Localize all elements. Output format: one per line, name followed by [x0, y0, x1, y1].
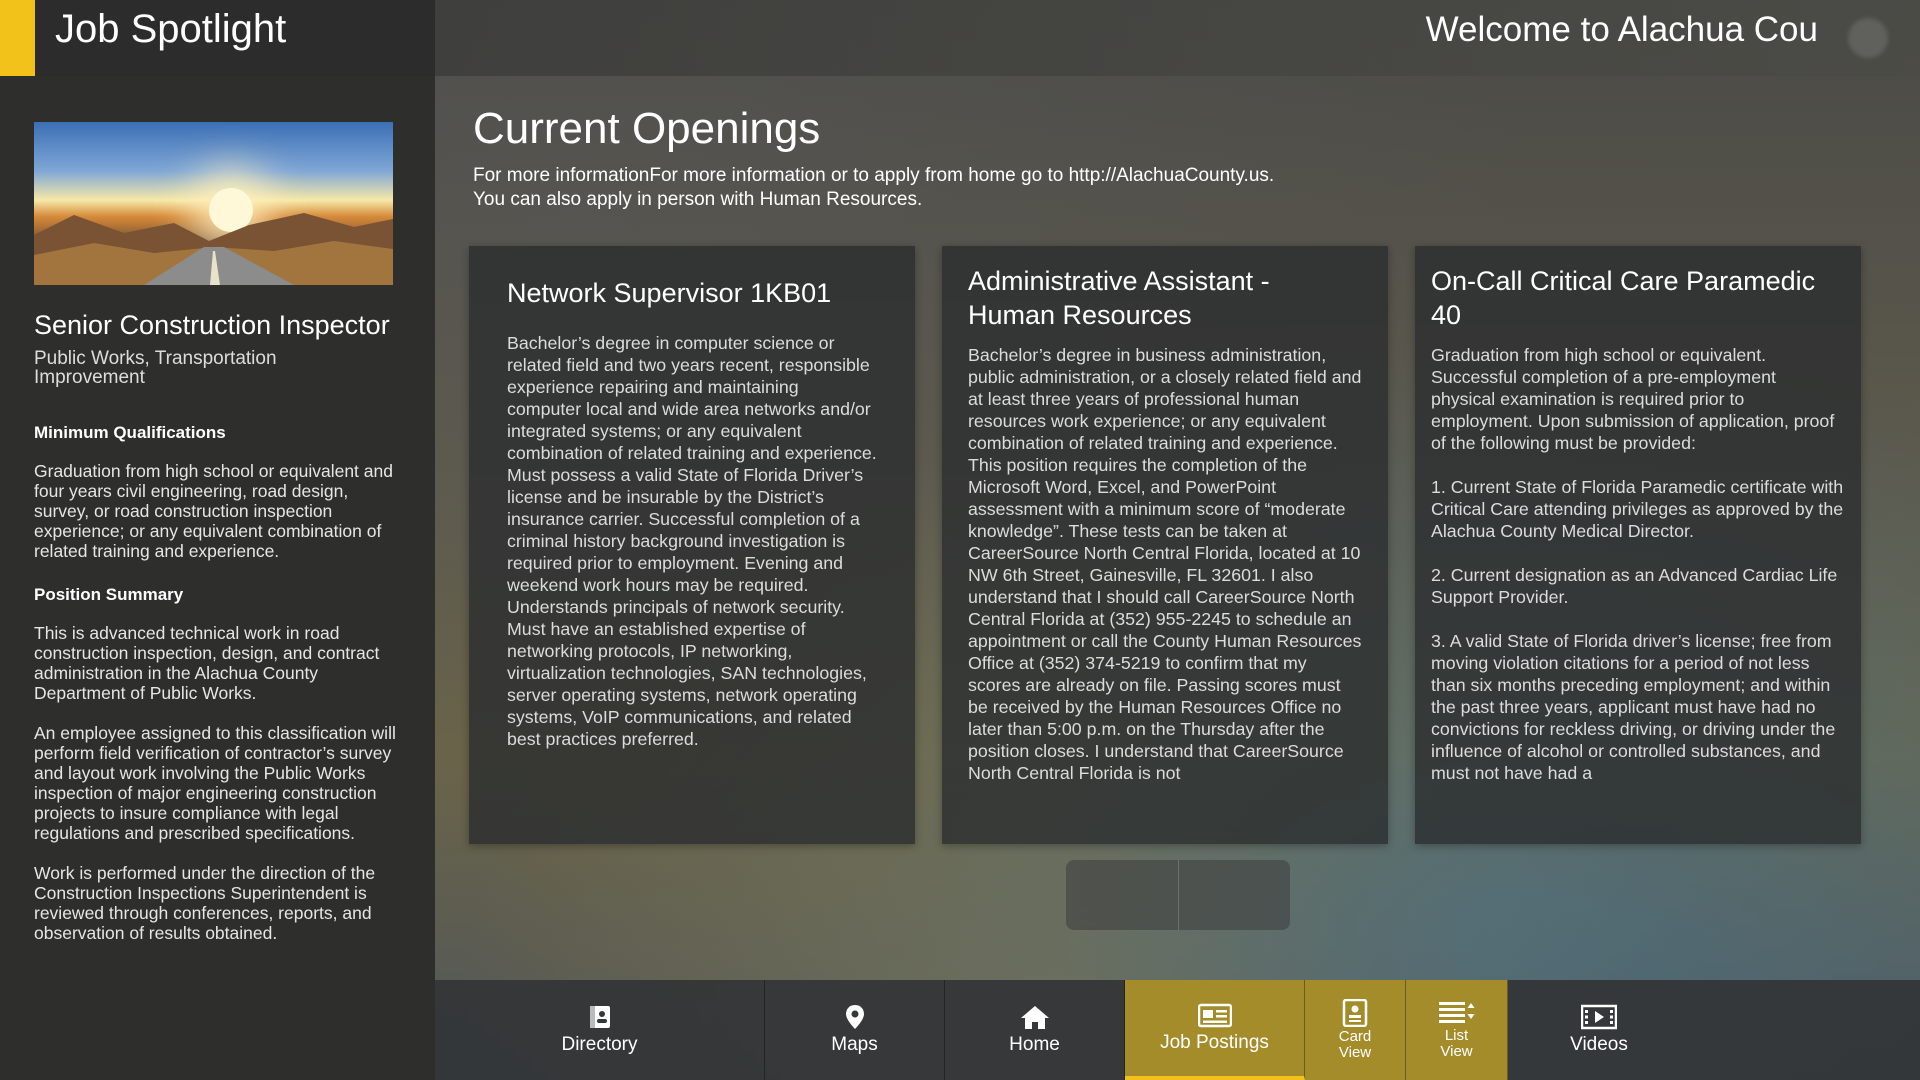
job-card-body: Bachelor’s degree in computer science or… — [507, 333, 877, 749]
pager — [1066, 860, 1290, 930]
nav-label: Maps — [831, 1034, 878, 1055]
profile-icon[interactable] — [1848, 18, 1888, 58]
job-card-title: Network Supervisor 1KB01 — [507, 278, 832, 308]
nav-label: Directory — [561, 1034, 638, 1055]
directory-icon — [589, 1006, 610, 1028]
spotlight-sidebar: Senior Construction Inspector Public Wor… — [0, 76, 435, 1080]
bottom-nav: Directory Maps Home Job Postings Card Vi… — [435, 980, 1920, 1080]
nav-label: Job Postings — [1160, 1032, 1269, 1053]
min-qualifications-heading: Minimum Qualifications — [34, 423, 226, 442]
nav-card-view[interactable]: Card View — [1305, 980, 1406, 1080]
page-title: Current Openings — [473, 104, 821, 153]
job-postings-icon — [1197, 1003, 1232, 1028]
top-bar: Job Spotlight Welcome to Alachua Cou — [0, 0, 1920, 76]
spotlight-job-title: Senior Construction Inspector — [34, 310, 390, 340]
main-content: Current Openings For more informationFor… — [435, 76, 1920, 980]
nav-label: List View — [1440, 1027, 1473, 1060]
map-pin-icon — [845, 1005, 864, 1029]
nav-job-postings[interactable]: Job Postings — [1125, 980, 1305, 1080]
video-film-icon — [1581, 1004, 1617, 1030]
nav-label: Home — [1009, 1034, 1060, 1055]
sunset-road-image — [34, 122, 393, 285]
hills-road-graphic — [34, 213, 393, 285]
job-card[interactable]: Administrative Assistant - Human Resourc… — [942, 246, 1388, 844]
home-icon — [1020, 1006, 1049, 1029]
position-summary-paragraph: This is advanced technical work in road … — [34, 623, 380, 703]
next-page-button[interactable] — [1179, 860, 1291, 930]
nav-home[interactable]: Home — [945, 980, 1125, 1080]
list-view-icon — [1438, 1002, 1474, 1023]
min-qualifications-text: Graduation from high school or equivalen… — [34, 461, 393, 561]
position-summary-heading: Position Summary — [34, 585, 184, 604]
nav-list-view[interactable]: List View — [1406, 980, 1508, 1080]
job-card[interactable]: Network Supervisor 1KB01 Bachelor’s degr… — [469, 246, 915, 844]
nav-label: Card View — [1338, 1028, 1372, 1061]
spotlight-header: Job Spotlight — [0, 0, 435, 76]
nav-label: Videos — [1570, 1034, 1628, 1055]
position-summary-paragraph: Work is performed under the direction of… — [34, 863, 376, 943]
nav-videos[interactable]: Videos — [1508, 980, 1690, 1080]
description-line: For more informationFor more information… — [473, 165, 1275, 186]
nav-maps[interactable]: Maps — [765, 980, 945, 1080]
description-line: You can also apply in person with Human … — [473, 189, 923, 210]
job-card-body: Graduation from high school or equivalen… — [1431, 345, 1844, 783]
card-view-icon — [1342, 999, 1368, 1027]
welcome-text: Welcome to Alachua Cou — [1425, 10, 1818, 49]
job-card[interactable]: On-Call Critical Care Paramedic 40 Gradu… — [1415, 246, 1861, 844]
accent-strip — [0, 0, 35, 76]
openings-description: For more informationFor more information… — [473, 164, 1373, 212]
spotlight-title: Job Spotlight — [55, 6, 287, 51]
nav-directory[interactable]: Directory — [435, 980, 765, 1080]
job-card-title: On-Call Critical Care Paramedic 40 — [1431, 266, 1816, 330]
job-card-body: Bachelor’s degree in business administra… — [968, 345, 1362, 783]
position-summary-paragraph: An employee assigned to this classificat… — [34, 723, 396, 843]
spotlight-department: Public Works, Transportation Improvement — [34, 348, 277, 388]
previous-page-button[interactable] — [1066, 860, 1179, 930]
welcome-banner: Welcome to Alachua Cou — [435, 0, 1920, 76]
job-card-title: Administrative Assistant - Human Resourc… — [968, 266, 1270, 330]
